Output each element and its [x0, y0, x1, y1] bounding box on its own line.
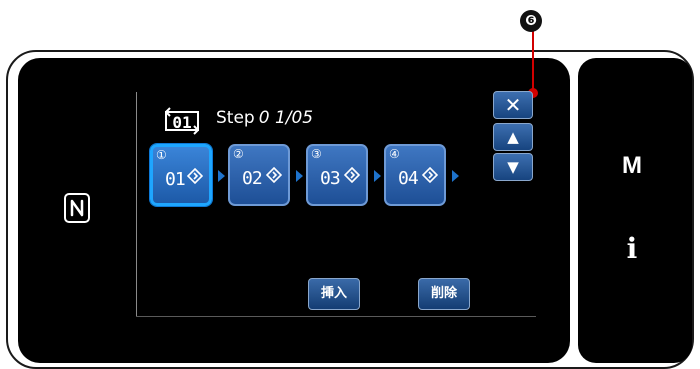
step-block-3[interactable]: ③ 03 [306, 144, 368, 206]
svg-text:01: 01 [172, 113, 191, 132]
step-arrow-3 [374, 170, 381, 182]
insert-button[interactable]: 挿入 [308, 278, 360, 310]
step-label: Step 0 1/05 [216, 108, 314, 128]
info-button[interactable]: i [608, 229, 656, 269]
diamond-arrow-icon [344, 167, 360, 183]
scroll-up-button[interactable]: ▲ [493, 123, 533, 151]
step-arrow-2 [296, 170, 303, 182]
step-block-4[interactable]: ④ 04 [384, 144, 446, 206]
diamond-arrow-icon [422, 167, 438, 183]
nfc-icon [64, 193, 90, 223]
step-cycle-icon: 01 [160, 104, 208, 138]
step-block-2[interactable]: ② 02 [228, 144, 290, 206]
callout-line [532, 26, 534, 90]
close-button[interactable]: ✕ [493, 91, 533, 119]
panel-divider [136, 92, 137, 317]
scroll-down-button[interactable]: ▼ [493, 153, 533, 181]
callout-number: ❻ [520, 10, 542, 32]
panel-bottom-line [136, 316, 536, 317]
diamond-arrow-icon [266, 167, 282, 183]
step-block-1[interactable]: ① 01 [150, 144, 212, 206]
main-screen [18, 58, 570, 363]
side-screen [578, 58, 692, 363]
menu-button[interactable]: M [608, 146, 656, 186]
step-arrow-1 [218, 170, 225, 182]
delete-button[interactable]: 削除 [418, 278, 470, 310]
step-arrow-4 [452, 170, 459, 182]
diamond-arrow-icon [187, 168, 203, 184]
